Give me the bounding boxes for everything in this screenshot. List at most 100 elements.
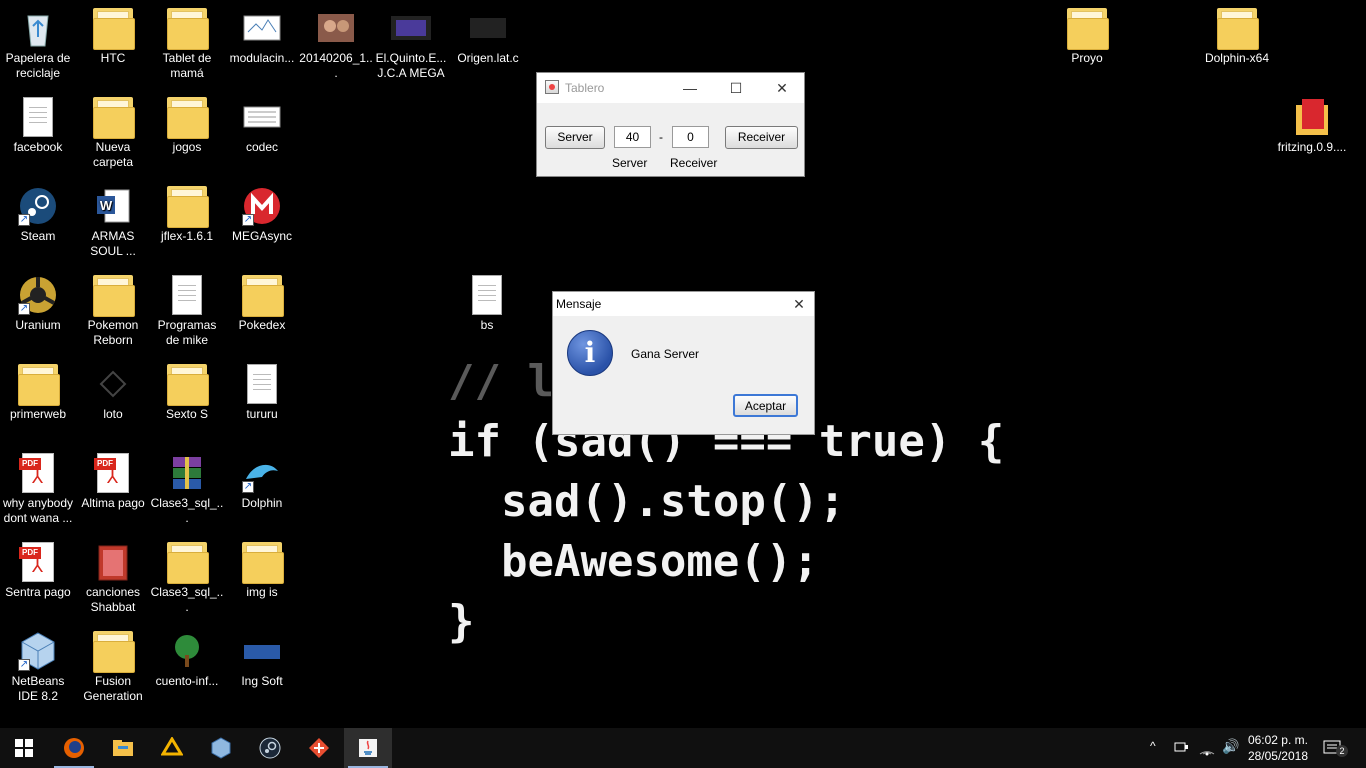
taskbar-google-drive[interactable] (148, 728, 196, 768)
tablero-titlebar[interactable]: Tablero — ☐ ✕ (537, 73, 804, 103)
folder-icon (93, 8, 135, 50)
dialog-message: Gana Server (631, 347, 700, 361)
text-file-icon (172, 275, 202, 315)
wallpaper-line-3: sad().stop(); (448, 476, 846, 527)
desktop-icon-20140206[interactable]: 20140206_1... (298, 8, 374, 81)
desktop-icon-uranium[interactable]: ↗ Uranium (0, 275, 76, 333)
desktop-icon-bs[interactable]: bs (449, 275, 525, 333)
desktop-icon-megasync[interactable]: ↗ MEGAsync (224, 186, 300, 244)
desktop-icon-cuento-inf[interactable]: cuento-inf... (149, 631, 225, 689)
desktop-icon-programas-de-mike[interactable]: Programas de mike (149, 275, 225, 348)
receiver-button[interactable]: Receiver (725, 126, 798, 149)
mensaje-dialog: Mensaje ✕ i Gana Server Aceptar (552, 291, 815, 435)
desktop-icon-pokemon-reborn[interactable]: Pokemon Reborn (75, 275, 151, 348)
desktop-icon-img-is[interactable]: img is (224, 542, 300, 600)
taskbar-java[interactable] (344, 728, 392, 768)
folder-icon (242, 542, 284, 584)
windows-start-icon (15, 739, 33, 757)
java-icon (359, 739, 377, 757)
desktop-icon-sentra-pago[interactable]: Sentra pago (0, 542, 76, 600)
clock[interactable]: 06:02 p. m. 28/05/2018 (1248, 732, 1308, 764)
recycle-bin-icon (18, 8, 58, 48)
file-icon (93, 364, 133, 404)
taskbar-firefox[interactable] (50, 728, 98, 768)
taskbar-virtualbox[interactable] (197, 728, 245, 768)
pdf-icon (94, 453, 129, 493)
wallpaper-line-4: beAwesome(); (448, 536, 819, 587)
video-file-icon (391, 8, 431, 48)
desktop-icon-tablet-de-mama[interactable]: Tablet de mamá (149, 8, 225, 81)
desktop-icon-facebook[interactable]: facebook (0, 97, 76, 155)
desktop-icon-ing-soft[interactable]: Ing Soft (224, 631, 300, 689)
desktop-icon-primerweb[interactable]: primerweb (0, 364, 76, 422)
taskbar-file-explorer[interactable] (99, 728, 147, 768)
megasync-icon: ↗ (242, 186, 282, 226)
folder-icon (93, 631, 135, 673)
desktop-icon-modulacin[interactable]: modulacin... (224, 8, 300, 66)
desktop-icon-codec[interactable]: codec (224, 97, 300, 155)
desktop-icon-canciones-shabbat[interactable]: canciones Shabbat (75, 542, 151, 615)
taskbar-steam[interactable] (246, 728, 294, 768)
text-file-icon (247, 364, 277, 404)
desktop-icon-clase3-folder[interactable]: Clase3_sql_... (149, 542, 225, 615)
firefox-folder-icon (18, 364, 60, 406)
network-icon[interactable] (1174, 740, 1190, 768)
desktop-icon-fritzing[interactable]: fritzing.0.9.... (1274, 97, 1350, 155)
folder-icon (93, 97, 135, 139)
minimize-icon[interactable]: — (675, 77, 705, 99)
desktop-icon-origen[interactable]: Origen.lat.c (450, 8, 526, 66)
uranium-icon: ↗ (18, 275, 58, 315)
desktop-icon-pokedex[interactable]: Pokedex (224, 275, 300, 333)
virtualbox-icon (211, 737, 231, 759)
folder-icon (167, 8, 209, 50)
taskbar: ^ 🔊 06:02 p. m. 28/05/2018 2 (0, 728, 1366, 768)
taskbar-git[interactable] (295, 728, 343, 768)
receiver-score-field[interactable]: 0 (672, 126, 709, 148)
close-icon[interactable]: ✕ (767, 77, 797, 99)
image-file-icon (242, 631, 282, 671)
desktop-icon-armas-soul[interactable]: W ARMAS SOUL ... (75, 186, 151, 259)
folder-icon (93, 275, 135, 317)
clock-date: 28/05/2018 (1247, 749, 1308, 763)
desktop-icon-recycle-bin[interactable]: Papelera de reciclaje (0, 8, 76, 81)
desktop-icon-steam[interactable]: ↗ Steam (0, 186, 76, 244)
action-center-icon[interactable]: 2 (1322, 739, 1348, 768)
desktop-icon-clase3-winrar[interactable]: Clase3_sql_... (149, 453, 225, 526)
server-label: Server (612, 156, 648, 170)
mensaje-titlebar[interactable]: Mensaje ✕ (553, 292, 814, 316)
file-explorer-icon (113, 740, 133, 756)
maximize-icon[interactable]: ☐ (721, 77, 751, 99)
folder-icon (167, 97, 209, 139)
wallpaper-line-5: } (448, 596, 475, 647)
svg-text:W: W (100, 198, 113, 213)
desktop-icon-why-anybody[interactable]: why anybody dont wana ... (0, 453, 76, 526)
desktop-icon-jflex[interactable]: jflex-1.6.1 (149, 186, 225, 244)
desktop-icon-el-quinto[interactable]: El.Quinto.E... J.C.A MEGA (373, 8, 449, 81)
tray-expand-icon[interactable]: ^ (1150, 739, 1156, 768)
image-file-icon (242, 8, 282, 48)
desktop-icon-altima-pago[interactable]: Altima pago (75, 453, 151, 511)
desktop-icon-jogos[interactable]: jogos (149, 97, 225, 155)
desktop-icon-loto[interactable]: loto (75, 364, 151, 422)
server-score-field[interactable]: 40 (614, 126, 651, 148)
desktop-icon-tururu[interactable]: tururu (224, 364, 300, 422)
firefox-icon (64, 738, 84, 758)
image-file-icon (242, 97, 282, 137)
pdf-icon (19, 453, 54, 493)
desktop-icon-proyo[interactable]: Proyo (1049, 8, 1125, 66)
start-button[interactable] (0, 728, 48, 768)
desktop-icon-nueva-carpeta[interactable]: Nueva carpeta (75, 97, 151, 170)
wifi-icon[interactable] (1198, 740, 1216, 768)
server-button[interactable]: Server (545, 126, 605, 149)
desktop-icon-fusion-generation[interactable]: Fusion Generation (75, 631, 151, 704)
volume-icon[interactable]: 🔊 (1222, 738, 1239, 768)
desktop-icon-dolphin[interactable]: ↗ Dolphin (224, 453, 300, 511)
desktop-icon-dolphin-x64[interactable]: Dolphin-x64 (1199, 8, 1275, 66)
close-icon[interactable]: ✕ (784, 293, 814, 315)
java-app-icon (545, 80, 559, 94)
aceptar-button[interactable]: Aceptar (733, 394, 798, 417)
desktop-icon-htc[interactable]: HTC (75, 8, 151, 66)
clock-time: 06:02 p. m. (1247, 733, 1308, 747)
desktop-icon-sexto-s[interactable]: Sexto S (149, 364, 225, 422)
desktop-icon-netbeans[interactable]: ↗ NetBeans IDE 8.2 (0, 631, 76, 704)
